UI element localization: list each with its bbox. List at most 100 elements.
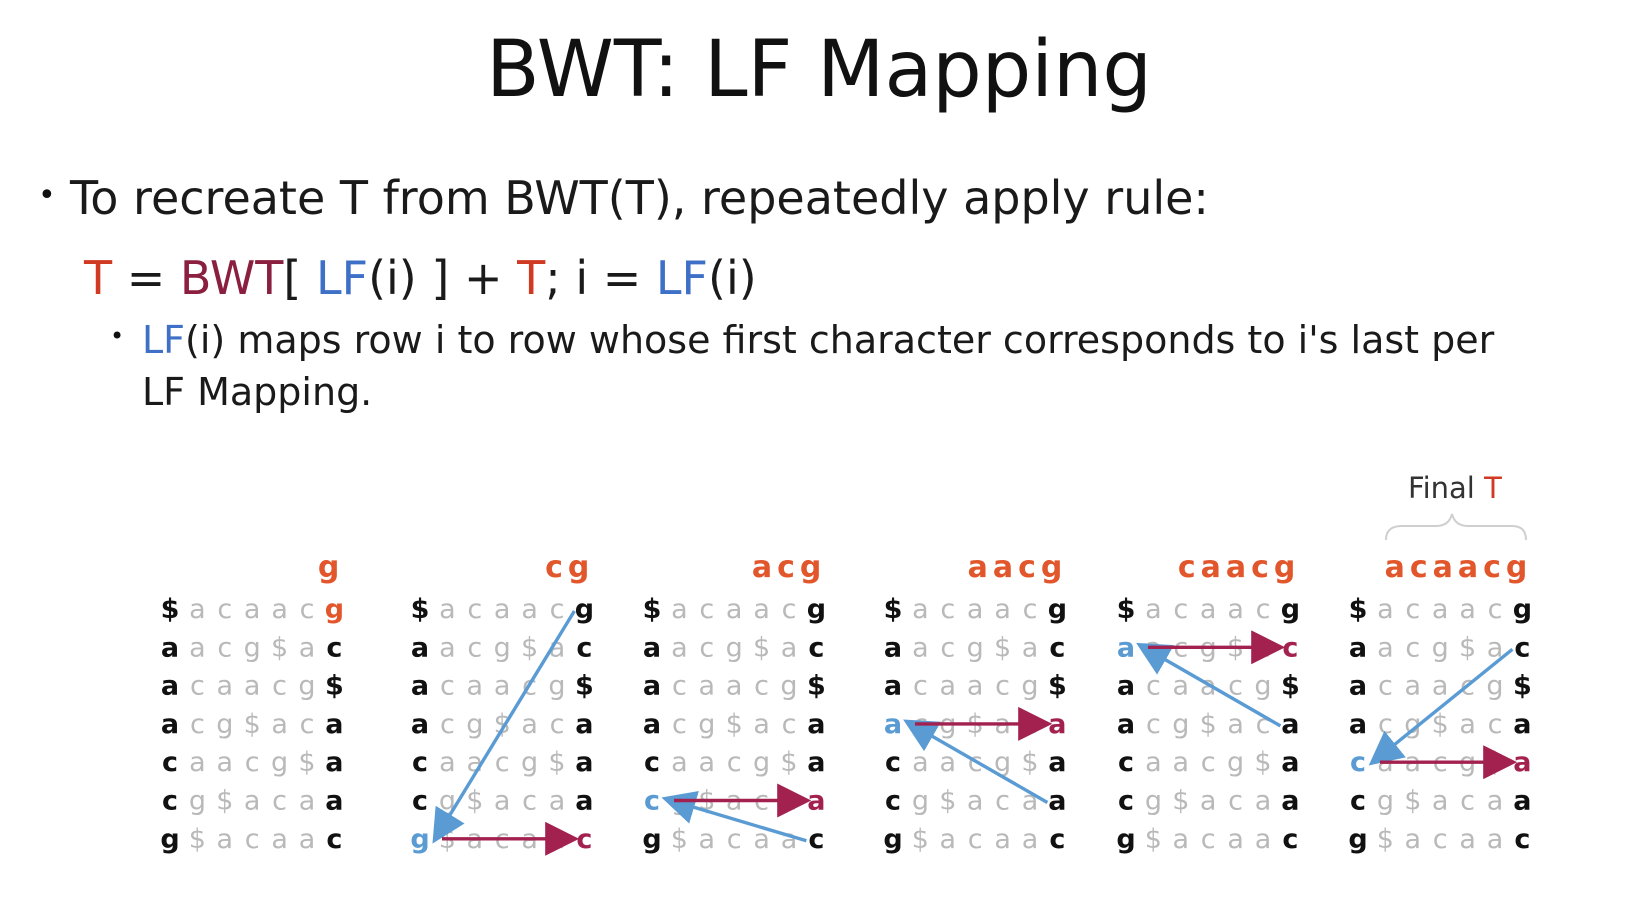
matrix-char: a bbox=[189, 594, 206, 625]
matrix-char: c bbox=[1146, 709, 1161, 740]
matrix-char: c bbox=[272, 786, 287, 817]
matrix-char: $ bbox=[1404, 786, 1421, 817]
matrix-char: a bbox=[325, 709, 343, 740]
matrix-char: c bbox=[217, 594, 232, 625]
matrix-char: a bbox=[807, 747, 825, 778]
matrix-char: a bbox=[411, 671, 429, 702]
matrix-char: a bbox=[1200, 786, 1217, 817]
matrix-char: c bbox=[913, 671, 928, 702]
matrix-char: a bbox=[912, 594, 929, 625]
matrix-char: a bbox=[1048, 786, 1066, 817]
matrix-char: a bbox=[549, 786, 566, 817]
matrix-char: a bbox=[1349, 632, 1367, 663]
matrix-char: a bbox=[1349, 671, 1367, 702]
matrix-char: c bbox=[576, 824, 592, 855]
matrix-char: c bbox=[727, 747, 742, 778]
recovered-t-step-3: acg bbox=[752, 550, 827, 585]
matrix-char: c bbox=[495, 747, 510, 778]
matrix-char: c bbox=[727, 824, 742, 855]
matrix-char: $ bbox=[216, 786, 233, 817]
matrix-char: a bbox=[807, 786, 825, 817]
matrix-char: a bbox=[671, 632, 688, 663]
matrix-char: a bbox=[521, 594, 538, 625]
matrix-char: a bbox=[1227, 594, 1244, 625]
matrix-char: a bbox=[271, 594, 288, 625]
matrix-char: a bbox=[1487, 786, 1504, 817]
matrix-char: $ bbox=[726, 709, 743, 740]
matrix-char: $ bbox=[1377, 824, 1394, 855]
matrix-char: c bbox=[782, 709, 797, 740]
matrix-char: a bbox=[1227, 709, 1244, 740]
matrix-char: a bbox=[1432, 594, 1449, 625]
matrix-char: a bbox=[1377, 632, 1394, 663]
matrix-char: g bbox=[216, 709, 233, 740]
matrix-char: a bbox=[1281, 709, 1299, 740]
matrix-char: c bbox=[550, 709, 565, 740]
matrix-char: c bbox=[162, 786, 178, 817]
matrix-char: a bbox=[494, 671, 511, 702]
matrix-char: a bbox=[1255, 824, 1272, 855]
matrix-char: a bbox=[161, 632, 179, 663]
matrix-char: c bbox=[190, 671, 205, 702]
matrix-char: c bbox=[1405, 632, 1420, 663]
matrix-char: a bbox=[299, 632, 316, 663]
matrix-char: g bbox=[1116, 824, 1135, 855]
matrix-char: a bbox=[1117, 632, 1135, 663]
matrix-char: g bbox=[325, 594, 344, 625]
matrix-char: a bbox=[1173, 824, 1190, 855]
matrix-char: a bbox=[940, 671, 957, 702]
matrix-char: c bbox=[1146, 671, 1161, 702]
matrix-char: a bbox=[1117, 671, 1135, 702]
matrix-char: c bbox=[467, 594, 482, 625]
matrix-char: a bbox=[217, 824, 234, 855]
matrix-char: a bbox=[161, 709, 179, 740]
matrix-char: a bbox=[1513, 709, 1531, 740]
matrix-char: a bbox=[1173, 747, 1190, 778]
matrix-char: a bbox=[1173, 671, 1190, 702]
matrix-char: c bbox=[1282, 632, 1298, 663]
matrix-char: a bbox=[967, 671, 984, 702]
matrix-char: $ bbox=[1254, 747, 1271, 778]
matrix-char: a bbox=[299, 786, 316, 817]
matrix-char: a bbox=[967, 786, 984, 817]
matrix-char: c bbox=[672, 671, 687, 702]
matrix-char: a bbox=[1048, 747, 1066, 778]
matrix-char: a bbox=[1117, 709, 1135, 740]
matrix-char: a bbox=[753, 709, 770, 740]
matrix-char: a bbox=[940, 747, 957, 778]
matrix-char: a bbox=[967, 594, 984, 625]
matrix-char: $ bbox=[1200, 709, 1217, 740]
matrix-char: g bbox=[1254, 671, 1271, 702]
matrix-char: $ bbox=[494, 709, 511, 740]
matrix-char: $ bbox=[1513, 671, 1532, 702]
matrix-char: a bbox=[1227, 824, 1244, 855]
matrix-char: $ bbox=[1021, 747, 1038, 778]
matrix-char: c bbox=[1514, 824, 1530, 855]
matrix-char: g bbox=[271, 747, 288, 778]
matrix-char: a bbox=[699, 747, 716, 778]
matrix-char: g bbox=[807, 594, 826, 625]
matrix-char: g bbox=[548, 671, 565, 702]
matrix-char: c bbox=[1460, 786, 1475, 817]
matrix-char: c bbox=[995, 671, 1010, 702]
matrix-char: c bbox=[1488, 594, 1503, 625]
matrix-char: c bbox=[550, 594, 565, 625]
matrix-char: c bbox=[699, 594, 714, 625]
matrix-char: $ bbox=[1117, 594, 1136, 625]
matrix-char: c bbox=[300, 594, 315, 625]
matrix-char: c bbox=[782, 594, 797, 625]
matrix-char: $ bbox=[411, 594, 430, 625]
matrix-char: c bbox=[1405, 594, 1420, 625]
matrix-char: a bbox=[699, 671, 716, 702]
final-label-text: Final bbox=[1408, 471, 1484, 505]
matrix-char: g bbox=[1048, 594, 1067, 625]
matrix-char: $ bbox=[884, 594, 903, 625]
matrix-char: a bbox=[1432, 671, 1449, 702]
matrix-char: c bbox=[1201, 747, 1216, 778]
matrix-char: a bbox=[1513, 786, 1531, 817]
matrix-char: a bbox=[271, 824, 288, 855]
matrix-char: a bbox=[467, 671, 484, 702]
matrix-char: g bbox=[521, 747, 538, 778]
matrix-char: g bbox=[1281, 594, 1300, 625]
matrix-char: g bbox=[244, 632, 261, 663]
